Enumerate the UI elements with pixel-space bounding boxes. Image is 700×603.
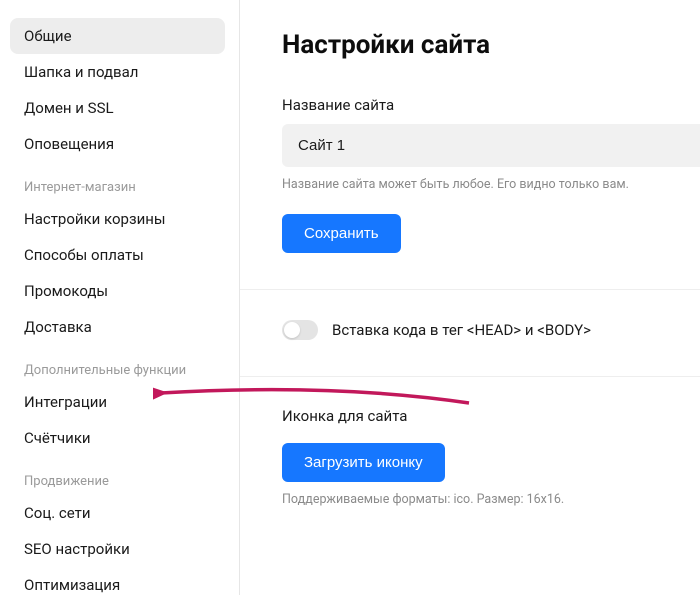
sidebar-item-delivery[interactable]: Доставка: [10, 309, 225, 345]
sidebar-item-social[interactable]: Соц. сети: [10, 495, 225, 531]
upload-favicon-button[interactable]: Загрузить иконку: [282, 443, 445, 482]
sidebar-item-notifications[interactable]: Оповещения: [10, 126, 225, 162]
save-button[interactable]: Сохранить: [282, 214, 401, 253]
sidebar-section-extra: Дополнительные функции: [10, 345, 225, 384]
divider: [240, 376, 700, 377]
favicon-help: Поддерживаемые форматы: ico. Размер: 16x…: [282, 492, 700, 507]
sidebar-item-cart[interactable]: Настройки корзины: [10, 201, 225, 237]
code-insert-toggle[interactable]: [282, 320, 318, 340]
sidebar-section-shop: Интернет-магазин: [10, 162, 225, 201]
sidebar-item-promo[interactable]: Промокоды: [10, 273, 225, 309]
sidebar-item-optimization[interactable]: Оптимизация: [10, 567, 225, 603]
site-name-label: Название сайта: [282, 96, 700, 114]
sidebar-item-payment[interactable]: Способы оплаты: [10, 237, 225, 273]
sidebar-item-header-footer[interactable]: Шапка и подвал: [10, 54, 225, 90]
divider: [240, 289, 700, 290]
site-name-input[interactable]: [282, 124, 700, 167]
sidebar-item-general[interactable]: Общие: [10, 18, 225, 54]
favicon-heading: Иконка для сайта: [282, 407, 700, 425]
code-insert-row: Вставка кода в тег <HEAD> и <BODY>: [282, 320, 700, 340]
sidebar-section-promo: Продвижение: [10, 456, 225, 495]
sidebar-item-domain-ssl[interactable]: Домен и SSL: [10, 90, 225, 126]
main-content: Настройки сайта Название сайта Название …: [239, 0, 700, 595]
sidebar-item-seo[interactable]: SEO настройки: [10, 531, 225, 567]
page-title: Настройки сайта: [282, 30, 700, 60]
sidebar-item-integrations[interactable]: Интеграции: [10, 384, 225, 420]
site-name-help: Название сайта может быть любое. Его вид…: [282, 177, 700, 192]
sidebar-item-counters[interactable]: Счётчики: [10, 420, 225, 456]
sidebar: ОбщиеШапка и подвалДомен и SSLОповещения…: [0, 0, 235, 595]
code-insert-label: Вставка кода в тег <HEAD> и <BODY>: [332, 321, 591, 339]
